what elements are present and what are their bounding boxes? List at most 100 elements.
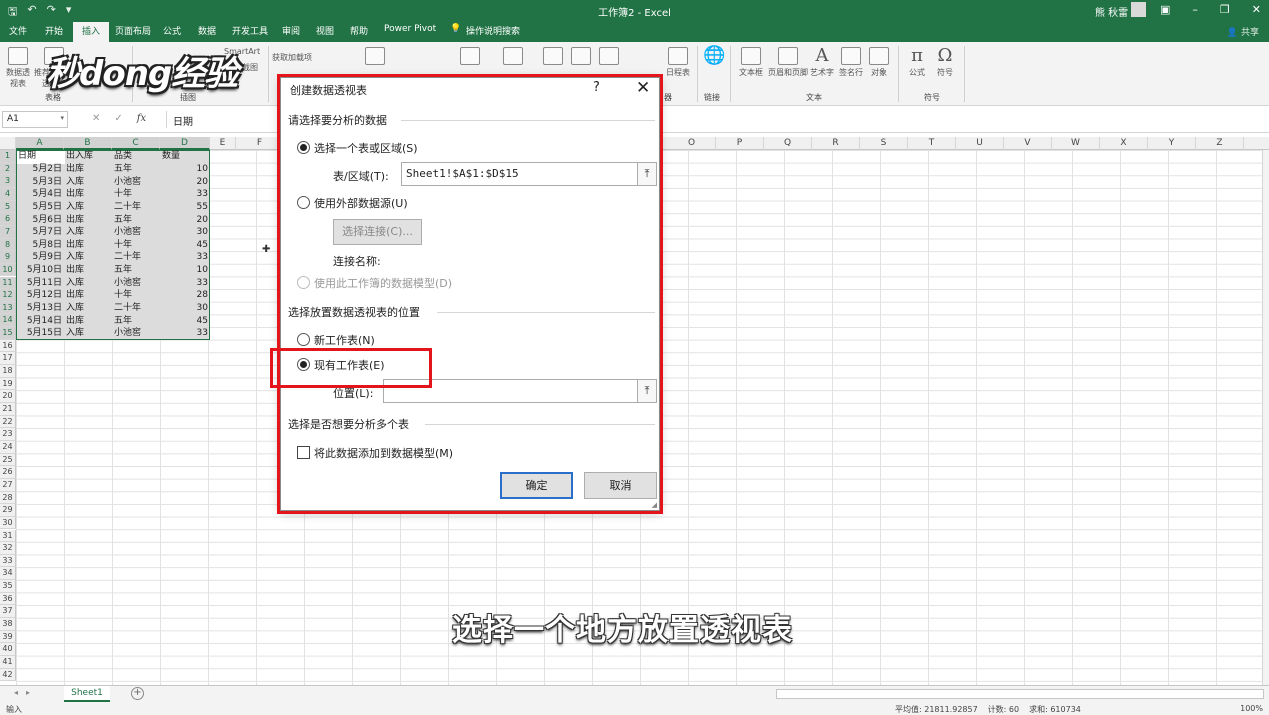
wordart-button[interactable]: A 艺术字 [808,47,836,78]
column-header[interactable]: W [1052,137,1100,150]
collapse-range-icon[interactable]: ⤒ [637,162,657,186]
tab-view[interactable]: 视图 [316,24,334,37]
row-header[interactable]: 42 [0,668,16,682]
name-box[interactable]: A1 ▾ [2,111,68,128]
help-button[interactable]: ? [593,80,600,95]
cell[interactable]: 5月11日 [16,276,64,289]
vertical-scrollbar[interactable] [1262,150,1269,685]
tab-home[interactable]: 开始 [45,24,63,37]
radio-existing-worksheet-label[interactable]: 现有工作表(E) [314,357,385,373]
column-header[interactable]: X [1100,137,1148,150]
sparkline-winloss-button[interactable] [596,47,622,67]
cell[interactable]: 出入库 [64,150,112,163]
cell[interactable]: 5月3日 [16,175,64,188]
row-header[interactable]: 17 [0,352,16,366]
cell[interactable]: 二十年 [112,302,160,315]
equation-button[interactable]: π 公式 [904,47,930,78]
link-button[interactable]: 🌐 [702,47,725,67]
cell[interactable]: 五年 [112,264,160,277]
cell[interactable]: 数量 [160,150,210,163]
location-input[interactable] [383,379,638,403]
cell[interactable]: 小池窖 [112,226,160,239]
pivot-table-button[interactable]: 数据透视表 [6,47,30,89]
cell[interactable]: 33 [160,327,210,340]
share-button[interactable]: 👤 共享 [1227,25,1259,38]
pivot-chart-button[interactable] [450,47,490,67]
row-header[interactable]: 2 [0,162,16,176]
cell[interactable]: 5月12日 [16,289,64,302]
row-header[interactable]: 21 [0,403,16,416]
minimize-icon[interactable]: – [1192,3,1198,16]
cancel-icon[interactable]: ✕ [92,113,100,124]
row-header[interactable]: 24 [0,440,16,454]
row-header[interactable]: 5 [0,200,16,214]
row-header[interactable]: 18 [0,365,16,378]
cell[interactable]: 5月8日 [16,238,64,251]
cell[interactable]: 小池窖 [112,327,160,340]
column-header[interactable]: V [1004,137,1052,150]
row-header[interactable]: 33 [0,554,16,568]
radio-existing-worksheet[interactable] [297,358,310,371]
restore-icon[interactable]: ❐ [1220,3,1230,16]
row-header[interactable]: 16 [0,339,16,353]
cell[interactable]: 5月13日 [16,302,64,315]
cell[interactable]: 10 [160,264,210,277]
column-header[interactable]: F [236,137,284,150]
row-header[interactable]: 15 [0,327,16,340]
cell[interactable]: 五年 [112,314,160,327]
cell[interactable]: 十年 [112,188,160,201]
header-footer-button[interactable]: 页眉和页脚 [766,47,810,78]
column-header[interactable]: A [16,137,64,150]
signature-line-button[interactable]: 签名行 [837,47,865,78]
user-name[interactable]: 熊 秋雷 [1095,4,1128,19]
radio-new-worksheet[interactable] [297,333,310,346]
cell[interactable]: 45 [160,314,210,327]
resize-grip-icon[interactable]: ◢ [652,501,657,509]
column-header[interactable]: R [812,137,860,150]
radio-external-source-label[interactable]: 使用外部数据源(U) [314,195,408,211]
cell[interactable]: 十年 [112,289,160,302]
row-header[interactable]: 6 [0,213,16,226]
cell[interactable]: 出库 [64,238,112,251]
cell[interactable]: 小池窖 [112,276,160,289]
cell[interactable]: 出库 [64,314,112,327]
get-addins-button[interactable]: 获取加载项 [272,52,332,63]
column-header[interactable]: D [160,137,210,150]
radio-data-model[interactable] [297,276,310,289]
row-header[interactable]: 39 [0,630,16,644]
row-header[interactable]: 25 [0,453,16,467]
cell[interactable]: 出库 [64,264,112,277]
cell[interactable]: 品类 [112,150,160,163]
object-button[interactable]: 对象 [866,47,892,78]
cell[interactable]: 十年 [112,238,160,251]
row-header[interactable]: 19 [0,377,16,391]
cell[interactable]: 出库 [64,213,112,226]
row-header[interactable]: 35 [0,580,16,593]
sparkline-column-button[interactable] [568,47,594,67]
column-header[interactable]: E [210,137,236,150]
cell[interactable]: 20 [160,175,210,188]
cell[interactable]: 出库 [64,163,112,176]
row-header[interactable]: 20 [0,390,16,403]
row-header[interactable]: 26 [0,466,16,479]
choose-connection-button[interactable]: 选择连接(C)... [333,219,422,245]
tab-page-layout[interactable]: 页面布局 [115,24,151,37]
row-header[interactable]: 14 [0,314,16,328]
close-icon[interactable]: ✕ [1252,3,1261,16]
horizontal-scrollbar[interactable] [776,689,1264,699]
cell[interactable]: 5月7日 [16,226,64,239]
tab-developer[interactable]: 开发工具 [232,24,268,37]
row-header[interactable]: 41 [0,656,16,669]
column-header[interactable]: C [112,137,160,150]
cell[interactable]: 30 [160,302,210,315]
sparkline-line-button[interactable] [540,47,566,67]
collapse-location-icon[interactable]: ⤒ [637,379,657,403]
charts-button[interactable] [355,47,395,67]
avatar[interactable] [1131,2,1146,17]
cell[interactable]: 入库 [64,276,112,289]
tab-help[interactable]: 帮助 [350,24,368,37]
row-header[interactable]: 10 [0,263,16,277]
radio-select-table-label[interactable]: 选择一个表或区域(S) [314,140,418,156]
cell[interactable]: 二十年 [112,251,160,264]
cell[interactable]: 入库 [64,302,112,315]
